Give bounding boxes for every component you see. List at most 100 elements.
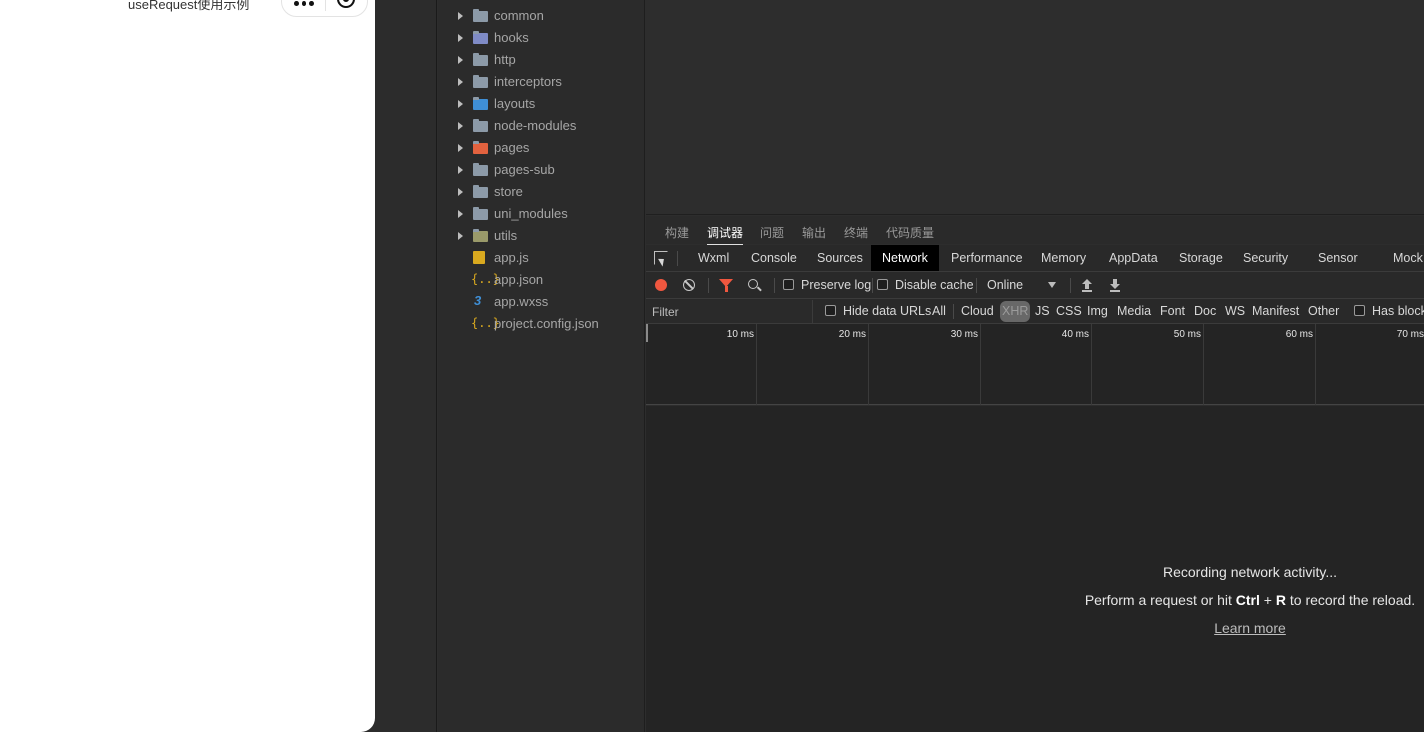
import-har-icon[interactable] (1082, 279, 1092, 292)
network-toolbar: Preserve log Disable cache Online (646, 272, 1424, 299)
filter-type-other[interactable]: Other (1306, 301, 1341, 322)
tab-wxml[interactable]: Wxml (687, 245, 740, 271)
filter-type-xhr[interactable]: XHR (1000, 301, 1031, 322)
filter-icon[interactable] (719, 279, 733, 292)
export-har-icon[interactable] (1110, 279, 1120, 292)
throttling-select[interactable]: Online (987, 278, 1023, 292)
tree-file-project-config[interactable]: {..} project.config.json (438, 313, 645, 335)
preserve-log-label: Preserve log (801, 278, 872, 292)
tree-item-label: app.js (494, 250, 529, 265)
record-button[interactable] (655, 279, 667, 291)
tab-console[interactable]: Console (740, 245, 808, 271)
filter-type-font[interactable]: Font (1158, 301, 1187, 322)
tab-performance[interactable]: Performance (940, 245, 1034, 271)
json-file-icon: {..} (471, 272, 500, 286)
chevron-right-icon[interactable] (458, 78, 463, 86)
key-r: R (1275, 592, 1286, 608)
editor-area (646, 0, 1424, 215)
filter-type-all[interactable]: All (930, 301, 948, 322)
chevron-right-icon[interactable] (458, 166, 463, 174)
tree-folder-pages[interactable]: pages (438, 137, 645, 159)
chevron-right-icon[interactable] (458, 122, 463, 130)
tree-file-app-json[interactable]: {..} app.json (438, 269, 645, 291)
has-blocked-checkbox[interactable] (1354, 305, 1365, 316)
filter-input[interactable] (646, 300, 813, 323)
tree-file-app-js[interactable]: app.js (438, 247, 645, 269)
tree-folder-common[interactable]: common (438, 5, 645, 27)
tree-item-label: interceptors (494, 74, 562, 89)
chevron-right-icon[interactable] (458, 210, 463, 218)
tree-folder-store[interactable]: store (438, 181, 645, 203)
chevron-right-icon[interactable] (458, 144, 463, 152)
tree-folder-utils[interactable]: utils (438, 225, 645, 247)
tree-folder-uni-modules[interactable]: uni_modules (438, 203, 645, 225)
tab-memory[interactable]: Memory (1030, 245, 1097, 271)
tab-mock[interactable]: Mock (1382, 245, 1424, 271)
filter-type-ws[interactable]: WS (1223, 301, 1247, 322)
chevron-down-icon[interactable] (1048, 282, 1056, 288)
tree-item-label: project.config.json (494, 316, 599, 331)
filter-type-js[interactable]: JS (1033, 301, 1052, 322)
filter-type-css[interactable]: CSS (1054, 301, 1084, 322)
filter-type-doc[interactable]: Doc (1192, 301, 1218, 322)
tree-folder-pages-sub[interactable]: pages-sub (438, 159, 645, 181)
chevron-right-icon[interactable] (458, 56, 463, 64)
filter-type-manifest[interactable]: Manifest (1250, 301, 1301, 322)
chevron-right-icon[interactable] (458, 100, 463, 108)
tree-folder-http[interactable]: http (438, 49, 645, 71)
disable-cache-label: Disable cache (895, 278, 974, 292)
folder-icon (473, 53, 488, 66)
tab-security[interactable]: Security (1232, 245, 1299, 271)
tree-folder-node-modules[interactable]: node-modules (438, 115, 645, 137)
tab-storage[interactable]: Storage (1168, 245, 1234, 271)
tab-appdata[interactable]: AppData (1098, 245, 1169, 271)
css-file-icon: 3 (474, 293, 482, 308)
chevron-right-icon[interactable] (458, 232, 463, 240)
key-ctrl: Ctrl (1235, 592, 1260, 608)
clear-button[interactable] (683, 279, 695, 291)
network-timeline[interactable]: 10 ms 20 ms 30 ms 40 ms 50 ms 60 ms 70 m… (646, 324, 1424, 405)
timeline-tick-label: 30 ms (950, 329, 978, 340)
more-icon[interactable] (294, 1, 315, 7)
learn-more-link[interactable]: Learn more (1214, 620, 1286, 636)
tab-network[interactable]: Network (871, 245, 939, 271)
preserve-log-checkbox[interactable] (783, 279, 794, 290)
tree-item-label: common (494, 8, 544, 23)
tab-build[interactable]: 构建 (665, 224, 689, 241)
capsule-divider (325, 0, 326, 11)
hint-prefix: Perform a request or hit (1084, 592, 1236, 608)
tree-folder-interceptors[interactable]: interceptors (438, 71, 645, 93)
folder-icon (473, 185, 488, 198)
tree-folder-layouts[interactable]: layouts (438, 93, 645, 115)
search-icon[interactable] (748, 279, 758, 289)
tree-file-app-wxss[interactable]: 3 app.wxss (438, 291, 645, 313)
timeline-tick-label: 60 ms (1285, 329, 1313, 340)
tab-code-quality[interactable]: 代码质量 (886, 224, 934, 241)
tab-problems[interactable]: 问题 (760, 224, 784, 241)
tree-item-label: utils (494, 228, 518, 243)
chevron-right-icon[interactable] (458, 34, 463, 42)
timeline-tick (756, 324, 757, 405)
tree-folder-hooks[interactable]: hooks (438, 27, 645, 49)
capsule-menu[interactable] (281, 0, 368, 17)
timeline-tick-label: 40 ms (1061, 329, 1089, 340)
chevron-right-icon[interactable] (458, 12, 463, 20)
close-target-icon[interactable] (337, 0, 355, 8)
divider (1070, 278, 1071, 293)
hide-data-urls-checkbox[interactable] (825, 305, 836, 316)
tab-debugger[interactable]: 调试器 (707, 224, 744, 245)
timeline-start-marker (646, 324, 648, 342)
inspect-element-icon[interactable] (654, 251, 668, 265)
tab-sources[interactable]: Sources (806, 245, 874, 271)
chevron-right-icon[interactable] (458, 188, 463, 196)
tab-output[interactable]: 输出 (802, 224, 826, 241)
key-plus: + (1259, 592, 1276, 608)
simulator-screen[interactable]: useRequest使用示例 (0, 0, 375, 732)
page-title: useRequest使用示例 (128, 0, 250, 12)
disable-cache-checkbox[interactable] (877, 279, 888, 290)
filter-type-cloud[interactable]: Cloud (959, 301, 996, 322)
tab-terminal[interactable]: 终端 (844, 224, 868, 241)
filter-type-media[interactable]: Media (1115, 301, 1153, 322)
tab-sensor[interactable]: Sensor (1307, 245, 1369, 271)
filter-type-img[interactable]: Img (1085, 301, 1110, 322)
